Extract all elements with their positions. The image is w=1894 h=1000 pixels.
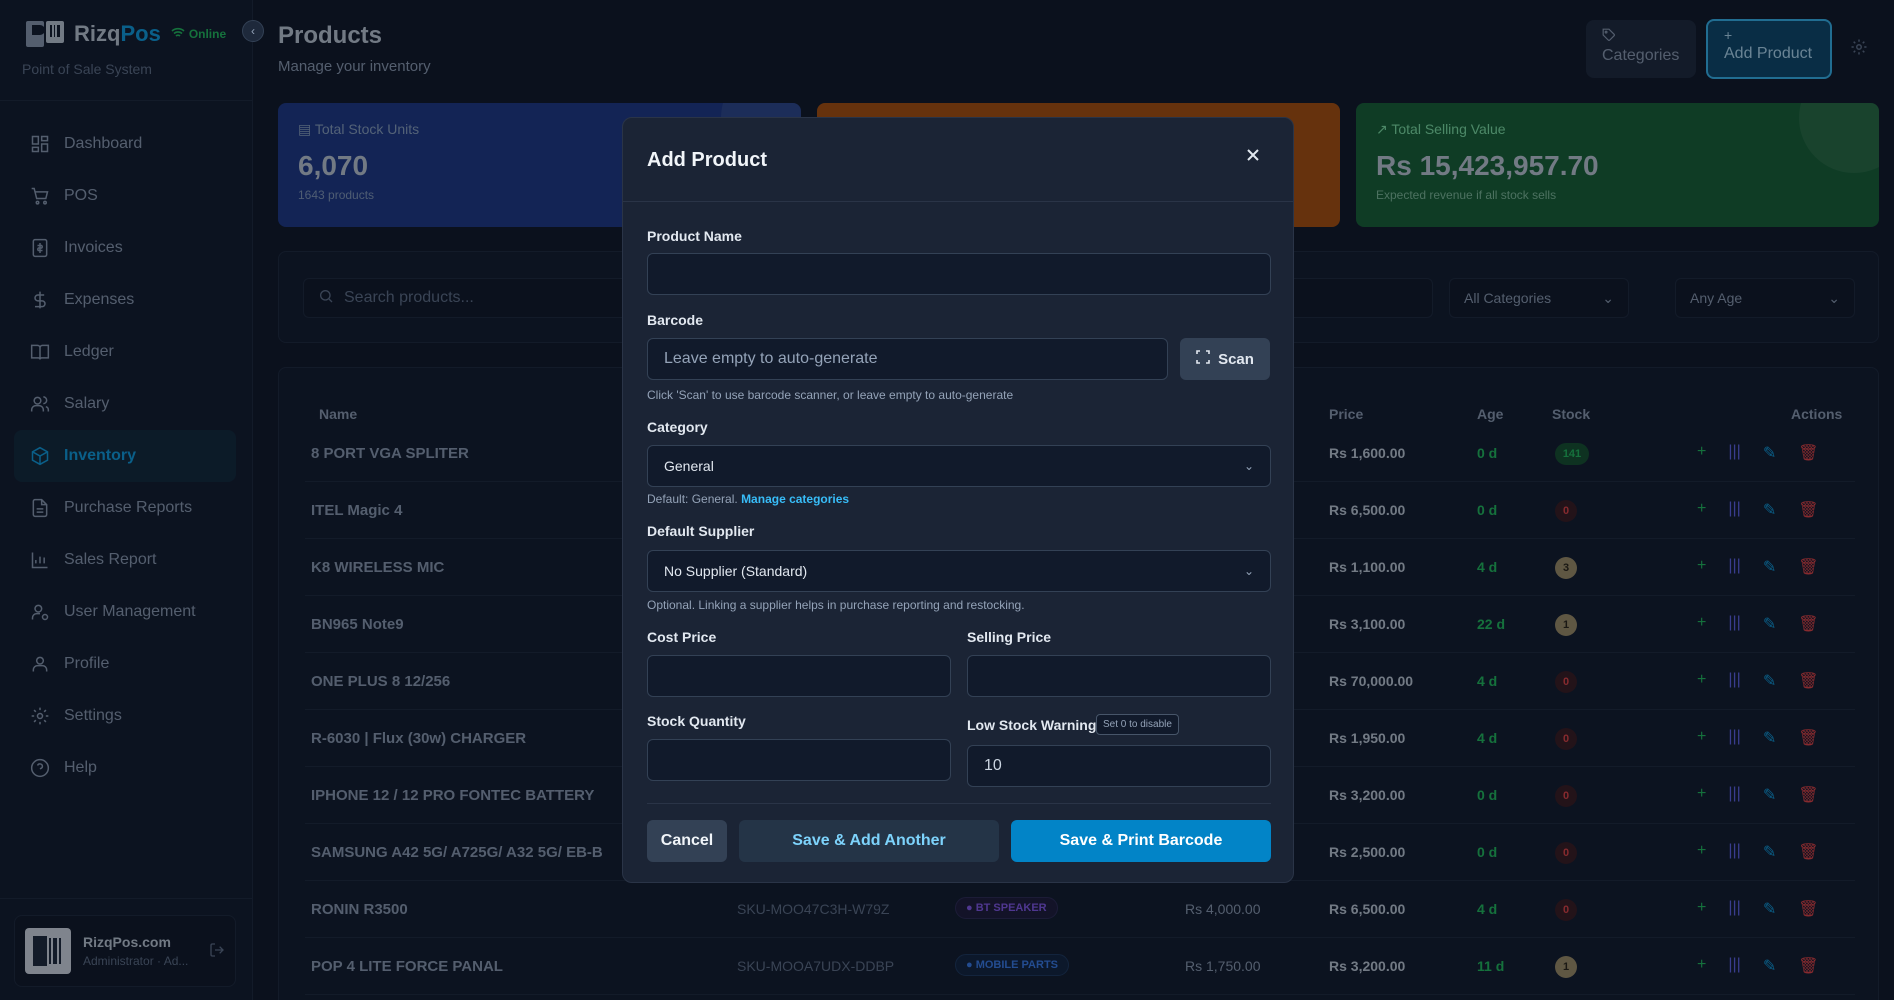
low-stock-hint-badge: Set 0 to disable — [1096, 714, 1179, 735]
collapse-sidebar-button[interactable]: ‹ — [242, 20, 264, 42]
chevron-down-icon: ⌄ — [1243, 564, 1254, 578]
scan-button[interactable]: Scan — [1180, 338, 1270, 380]
add-product-modal: Add Product Product Name Barcode Scan Cl… — [622, 117, 1294, 883]
save-print-barcode-button[interactable]: Save & Print Barcode — [1011, 820, 1271, 862]
stock-quantity-input[interactable] — [647, 739, 951, 781]
chevron-down-icon: ⌄ — [1243, 459, 1254, 473]
barcode-input[interactable] — [647, 338, 1168, 380]
low-stock-input[interactable] — [967, 745, 1271, 787]
product-name-input[interactable] — [647, 253, 1271, 295]
category-label: Category — [647, 419, 708, 435]
supplier-select[interactable]: No Supplier (Standard) ⌄ — [647, 550, 1271, 592]
barcode-hint: Click 'Scan' to use barcode scanner, or … — [647, 388, 1014, 402]
cancel-button[interactable]: Cancel — [647, 820, 727, 862]
cost-price-input[interactable] — [647, 655, 951, 697]
stock-quantity-label: Stock Quantity — [647, 713, 746, 729]
supplier-label: Default Supplier — [647, 523, 755, 539]
close-icon[interactable] — [1245, 146, 1261, 169]
divider — [647, 803, 1271, 804]
manage-categories-link[interactable]: Manage categories — [741, 492, 849, 506]
divider — [623, 201, 1293, 202]
chevron-left-icon: ‹ — [251, 24, 255, 38]
product-name-label: Product Name — [647, 228, 742, 244]
supplier-hint: Optional. Linking a supplier helps in pu… — [647, 598, 1025, 612]
low-stock-label: Low Stock Warning — [967, 717, 1097, 733]
barcode-label: Barcode — [647, 312, 704, 328]
category-hint: Default: General. Manage categories — [647, 492, 850, 506]
selling-price-input[interactable] — [967, 655, 1271, 697]
scan-icon — [1196, 350, 1210, 368]
selling-price-label: Selling Price — [967, 629, 1052, 645]
cost-price-label: Cost Price — [647, 629, 717, 645]
category-select[interactable]: General ⌄ — [647, 445, 1271, 487]
save-add-another-button[interactable]: Save & Add Another — [739, 820, 999, 862]
modal-title: Add Product — [647, 149, 767, 171]
